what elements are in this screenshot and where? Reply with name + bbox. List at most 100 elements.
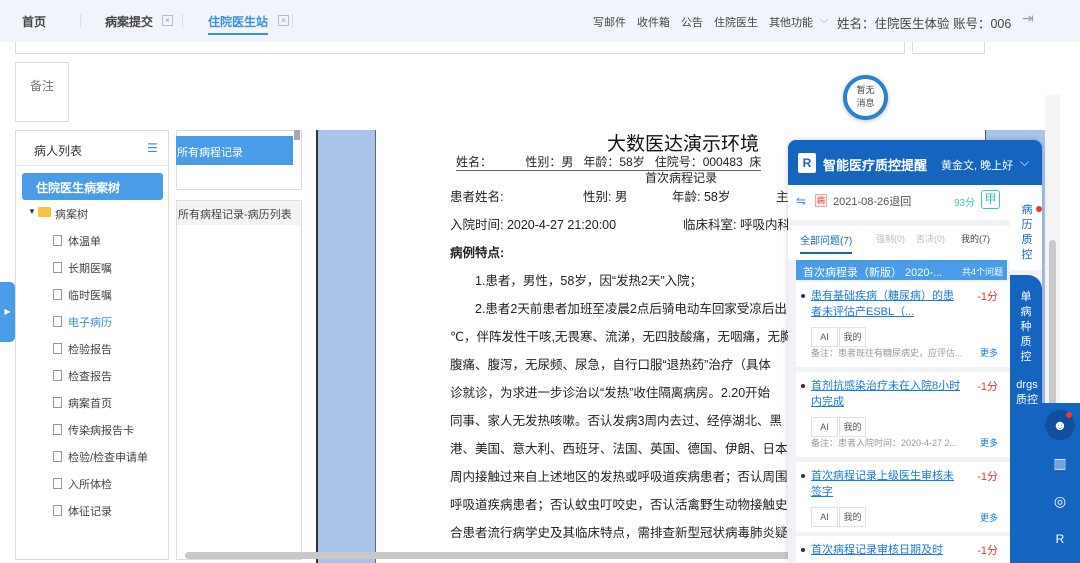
horizontal-scrollbar[interactable]: [185, 552, 790, 559]
patient-panel-title: 病人列表: [34, 144, 83, 158]
group-count: 共4个问题: [961, 267, 1003, 277]
document-icon: [53, 370, 62, 381]
side-tab-drgs-qc[interactable]: drgs质控: [1012, 378, 1042, 408]
doc-line: 周内接触过来自上述地区的发热或呼吸道疾病患者；否认周围: [450, 470, 788, 484]
tag-ai[interactable]: AI: [811, 507, 838, 527]
document-title: 大数医达演示环境: [607, 134, 760, 155]
issue-card: 首剂抗感染治疗未在入院8小时内完成 -1分 AI 我的 备注：患者入院时间：2020-4…: [796, 372, 1010, 457]
filter-icon[interactable]: ☰: [147, 141, 158, 155]
issue-title[interactable]: 首次病程记录审核日期及时: [811, 542, 961, 558]
remark-box[interactable]: 备注: [15, 62, 69, 122]
section-title: 病例特点:: [450, 246, 505, 260]
document-icon: [53, 235, 62, 246]
tab-veto[interactable]: 否决(0): [916, 232, 945, 245]
close-icon[interactable]: ×: [278, 15, 289, 26]
tree-item[interactable]: 检验/检查申请单: [53, 449, 148, 465]
document-icon: [53, 397, 62, 408]
record-selected[interactable]: 所有病程记录: [176, 136, 293, 165]
tab-case-submit[interactable]: 病案提交: [105, 13, 153, 30]
logo-icon[interactable]: R: [1045, 524, 1075, 554]
nav-notice[interactable]: 公告: [681, 14, 703, 30]
expand-handle[interactable]: ▶: [0, 282, 15, 342]
tab-mine[interactable]: 我的(7): [961, 232, 990, 245]
more-link[interactable]: 更多: [980, 436, 998, 449]
chart-icon[interactable]: ▥: [1045, 448, 1075, 478]
tag-mine[interactable]: 我的: [839, 417, 866, 437]
document-icon: [53, 343, 62, 354]
issue-title[interactable]: 首次病程记录上级医生审核未签字: [811, 468, 961, 500]
issue-title[interactable]: 患有基础疾病（糖尿病）的患者未评估产ESBL（...: [811, 288, 961, 320]
document-icon: [53, 478, 62, 489]
top-bar: 首页 病案提交 × 住院医生站 × 写邮件 收件箱 公告 住院医生 其他功能 ⌵…: [0, 0, 1080, 42]
search-icon[interactable]: ◎: [1045, 486, 1075, 516]
tree-folder[interactable]: 病案树: [55, 206, 88, 222]
doc-line: 2.患者2天前患者加班至凌晨2点后骑电动车回家受凉后出: [475, 302, 787, 316]
document-icon: [53, 505, 62, 516]
tag-mine[interactable]: 我的: [839, 507, 866, 527]
qc-panel: R 智能医疗质控提醒 黄金文, 晚上好 ⌵ ⇋ 病 2021-08-26退回 9…: [788, 140, 1042, 563]
nav-doctor[interactable]: 住院医生: [714, 14, 758, 30]
logout-icon[interactable]: ⇥: [1022, 10, 1034, 27]
tab-all-issues[interactable]: 全部问题(7): [800, 232, 853, 254]
admission-time: 入院时间: 2020-4-27 21:20:00: [450, 218, 617, 232]
doc-line: 同事、家人无发热咳嗽。否认发病3周内去过、经停湖北、黑: [450, 414, 782, 428]
patient-sex: 性别: 男: [583, 190, 628, 204]
more-link[interactable]: 更多: [980, 346, 998, 359]
document-icon: [53, 451, 62, 462]
tree-item[interactable]: 体征记录: [53, 503, 112, 519]
chevron-down-icon[interactable]: ⌵: [820, 14, 828, 27]
logo-icon: R: [798, 153, 816, 173]
tree-item[interactable]: 传染病报告卡: [53, 422, 134, 438]
nav-write-mail[interactable]: 写邮件: [593, 14, 626, 30]
score: 93分: [954, 198, 976, 209]
greeting: 黄金文, 晚上好: [941, 160, 1014, 172]
nav-inbox[interactable]: 收件箱: [637, 14, 670, 30]
tab-home[interactable]: 首页: [22, 13, 46, 30]
document-icon: [53, 424, 62, 435]
tab-mandatory[interactable]: 强制(0): [876, 232, 905, 245]
input-strip-2[interactable]: [912, 42, 985, 54]
tree-item[interactable]: 体温单: [53, 233, 101, 249]
department: 临床科室: 呼吸内科: [683, 218, 790, 232]
tag-ai[interactable]: AI: [811, 417, 838, 437]
tree-item[interactable]: 长期医嘱: [53, 260, 112, 276]
issue-score: -1分: [977, 291, 998, 303]
issue-score: -1分: [977, 471, 998, 483]
scrollbar[interactable]: [294, 130, 300, 140]
issue-card: 首次病程记录审核日期及时 -1分: [796, 536, 1010, 563]
issue-card: 首次病程记录上级医生审核未签字 -1分 AI 我的 更多: [796, 462, 1010, 532]
route-icon: ⇋: [796, 194, 807, 208]
close-icon[interactable]: ×: [162, 15, 173, 26]
grade: 甲: [981, 190, 1000, 209]
tag-ai[interactable]: AI: [811, 327, 838, 347]
issue-score: -1分: [977, 545, 998, 557]
patient-age: 年龄: 58岁: [672, 190, 731, 204]
tree-item[interactable]: 入所体检: [53, 476, 112, 492]
more-link[interactable]: 更多: [980, 511, 998, 524]
tree-item[interactable]: 检查报告: [53, 368, 112, 384]
qc-title: 智能医疗质控提醒: [823, 158, 928, 173]
tag-mine[interactable]: 我的: [839, 327, 866, 347]
caret-down-icon[interactable]: ▼: [28, 207, 36, 216]
chevron-down-icon[interactable]: ⌵: [1020, 155, 1029, 170]
user-info: 姓名：住院医生体验 账号：006: [837, 17, 1012, 31]
notification-bubble[interactable]: 暂无消息: [843, 75, 888, 120]
group-title[interactable]: 首次病程录（新版） 2020-...: [803, 264, 942, 280]
tree-item[interactable]: 检验报告: [53, 341, 112, 357]
nav-more[interactable]: 其他功能: [769, 14, 813, 30]
input-strip[interactable]: [15, 42, 905, 54]
side-tab-record-qc[interactable]: 病历质控: [1020, 203, 1034, 263]
issue-note: 备注：患者入院时间：2020-4-27 2...: [811, 438, 958, 448]
tab-doctor-station[interactable]: 住院医生站: [208, 13, 269, 35]
issue-score: -1分: [977, 381, 998, 393]
badge: 病: [815, 194, 827, 207]
tree-root[interactable]: 住院医生病案树: [22, 173, 163, 200]
side-tab-disease-qc[interactable]: 单病种质控: [1019, 290, 1033, 365]
tree-item[interactable]: 电子病历: [53, 314, 112, 330]
document-icon: [53, 262, 62, 273]
tree-item[interactable]: 病案首页: [53, 395, 112, 411]
dot-indicator: [1036, 206, 1042, 212]
issue-title[interactable]: 首剂抗感染治疗未在入院8小时内完成: [811, 378, 961, 410]
tree-item[interactable]: 临时医嘱: [53, 287, 112, 303]
document-icon: [53, 316, 62, 327]
